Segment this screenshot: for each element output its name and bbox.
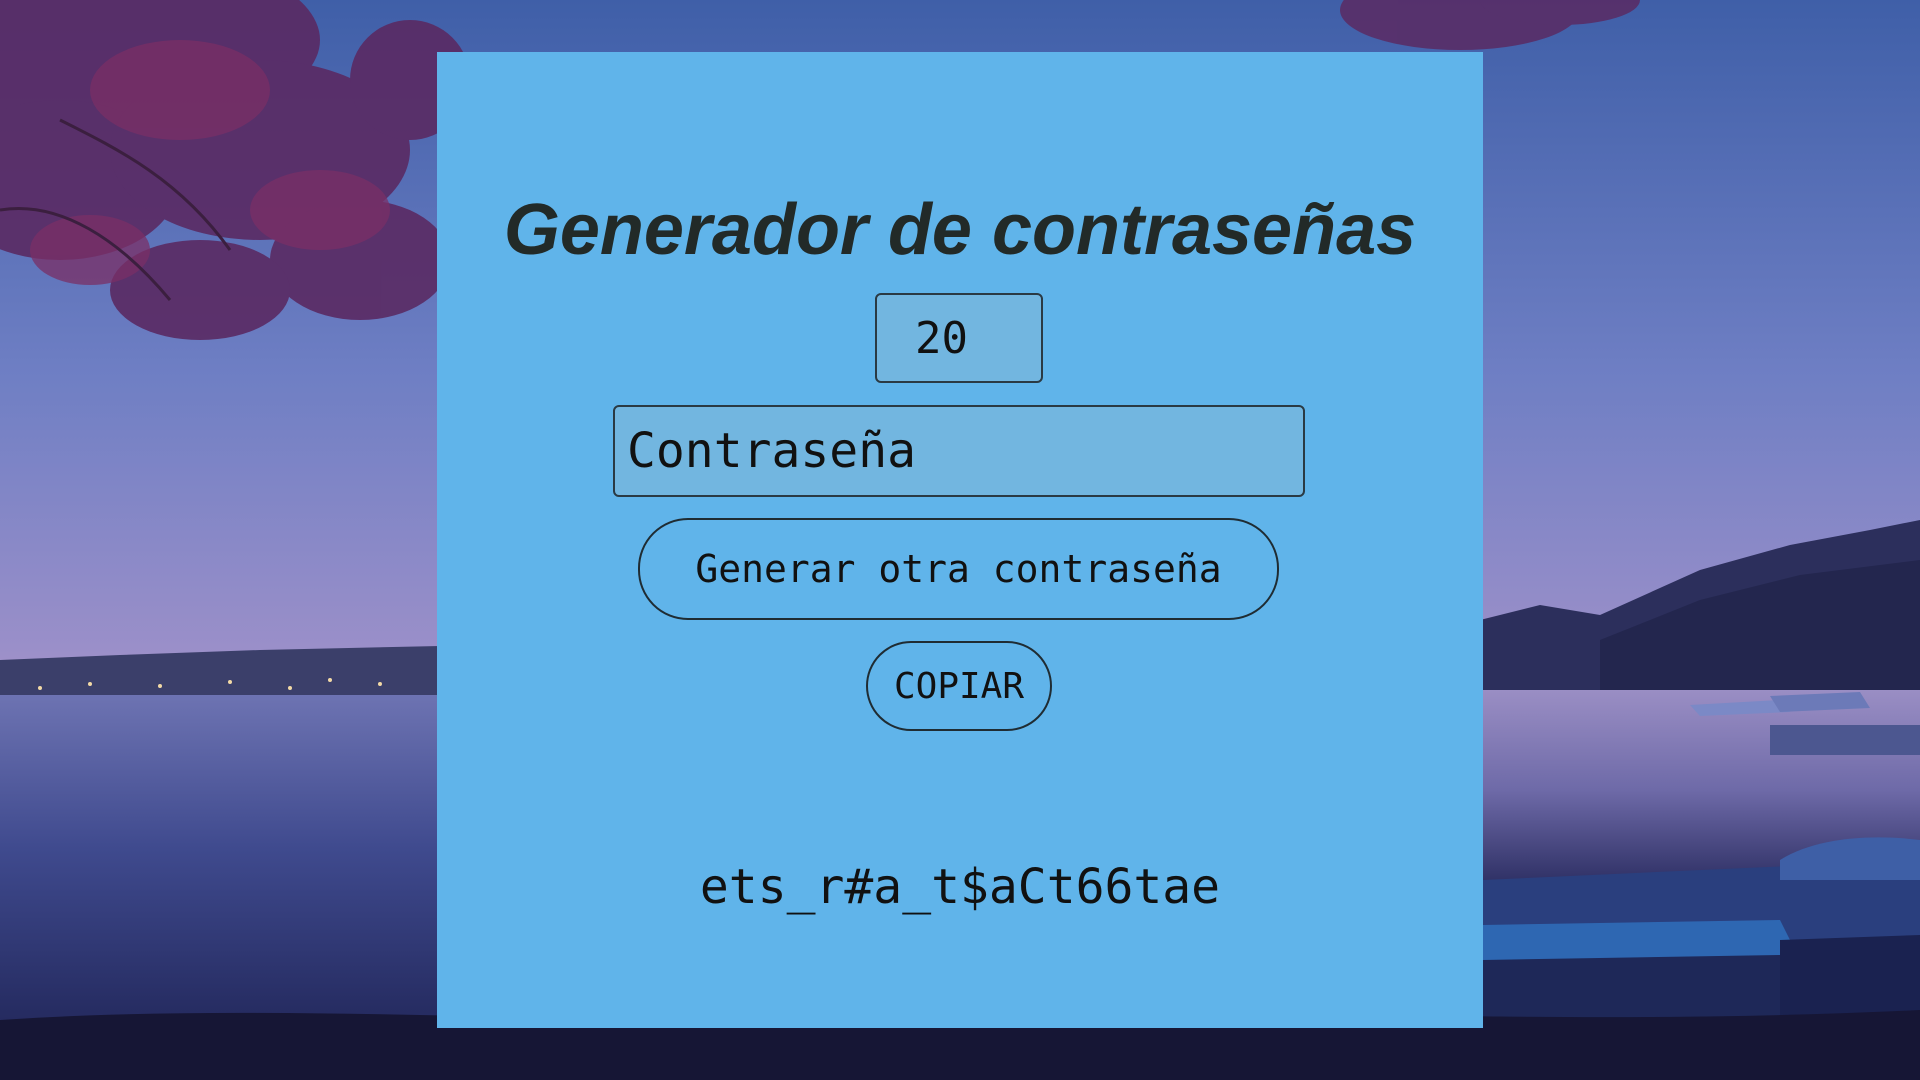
generated-password-text: ets_r#a_t$aCt66tae	[699, 859, 1221, 915]
password-field[interactable]	[613, 405, 1305, 497]
copy-button[interactable]: COPIAR	[866, 641, 1052, 731]
generator-panel: Generador de contraseñas Generar otra co…	[437, 52, 1483, 1028]
generate-password-button[interactable]: Generar otra contraseña	[638, 518, 1279, 620]
page-title: Generador de contraseñas	[503, 190, 1417, 270]
length-input[interactable]	[875, 293, 1043, 383]
